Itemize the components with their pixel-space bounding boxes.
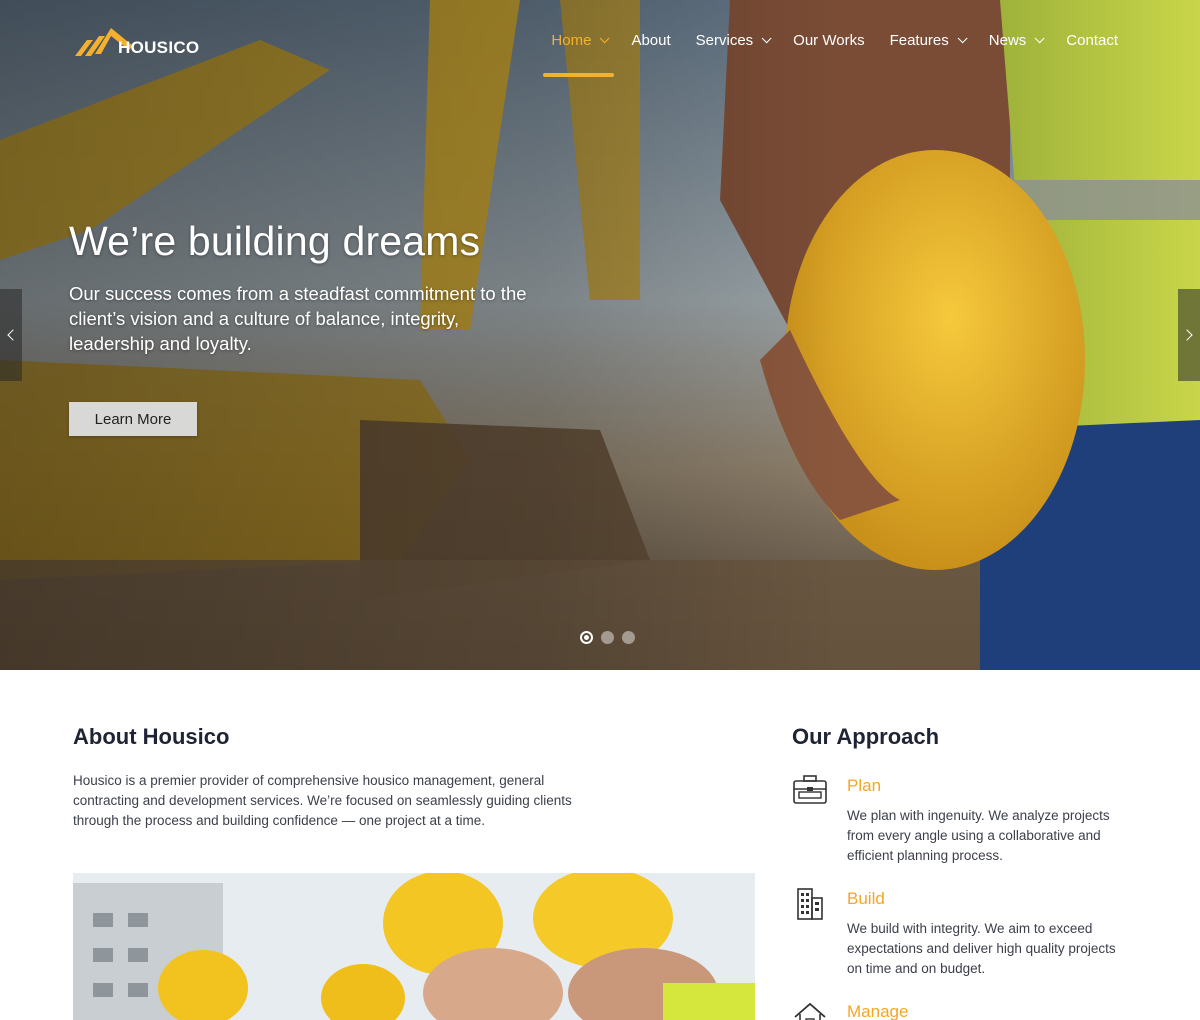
nav-item-services[interactable]: Services [695, 28, 772, 52]
nav-item-news[interactable]: News [988, 28, 1045, 52]
slider-pagination [580, 631, 643, 644]
nav-item-label: Contact [1066, 31, 1118, 49]
nav-item-label: Our Works [793, 31, 865, 49]
learn-more-button[interactable]: Learn More [69, 402, 197, 436]
nav-item-home[interactable]: Home [543, 28, 615, 77]
slider-next-button[interactable] [1178, 289, 1200, 381]
nav-item-contact[interactable]: Contact [1066, 28, 1118, 52]
approach-item-description: We plan with ingenuity. We analyze proje… [847, 808, 1110, 863]
approach-item-description: We build with integrity. We aim to excee… [847, 921, 1116, 976]
nav-item-label: Features [889, 31, 949, 49]
nav-item-about[interactable]: About [631, 28, 670, 52]
main-nav: Home About Services Our Works Features N… [526, 28, 1118, 77]
approach-item-title: Manage [847, 1002, 909, 1020]
nav-item-our-works[interactable]: Our Works [793, 28, 864, 52]
slider-dot-1[interactable] [580, 631, 593, 644]
about-title: About Housico [73, 724, 230, 749]
hero-slider: HOUSICO Home About Services Our Works Fe… [0, 0, 1200, 670]
slider-prev-button[interactable] [0, 289, 22, 381]
chevron-down-icon [761, 32, 772, 43]
hero-title: We’re building dreams [69, 218, 481, 264]
approach-title: Our Approach [792, 724, 940, 749]
chevron-down-icon [1034, 32, 1045, 43]
approach-item-title: Build [847, 889, 885, 908]
workers-photo [73, 873, 755, 1020]
about-text: Housico is a premier provider of compreh… [73, 773, 572, 828]
chevron-left-icon [7, 329, 19, 341]
toolbox-icon [793, 775, 827, 804]
logo[interactable]: HOUSICO [73, 20, 200, 58]
slider-dot-2[interactable] [601, 631, 614, 644]
logo-text: HOUSICO [118, 38, 200, 57]
nav-item-label: Home [551, 31, 592, 49]
chevron-down-icon [957, 32, 968, 43]
nav-item-label: About [631, 31, 671, 49]
nav-item-label: Services [695, 31, 754, 49]
nav-item-features[interactable]: Features [889, 28, 968, 52]
house-icon [794, 1002, 826, 1020]
active-nav-indicator [543, 73, 615, 77]
slider-dot-3[interactable] [622, 631, 635, 644]
chevron-down-icon [600, 32, 611, 43]
hero-subtitle: Our success comes from a steadfast commi… [69, 283, 527, 354]
nav-item-label: News [988, 31, 1027, 49]
about-image [73, 873, 755, 1020]
approach-item-title: Plan [847, 776, 882, 795]
building-icon [797, 888, 823, 920]
chevron-right-icon [1181, 329, 1193, 341]
